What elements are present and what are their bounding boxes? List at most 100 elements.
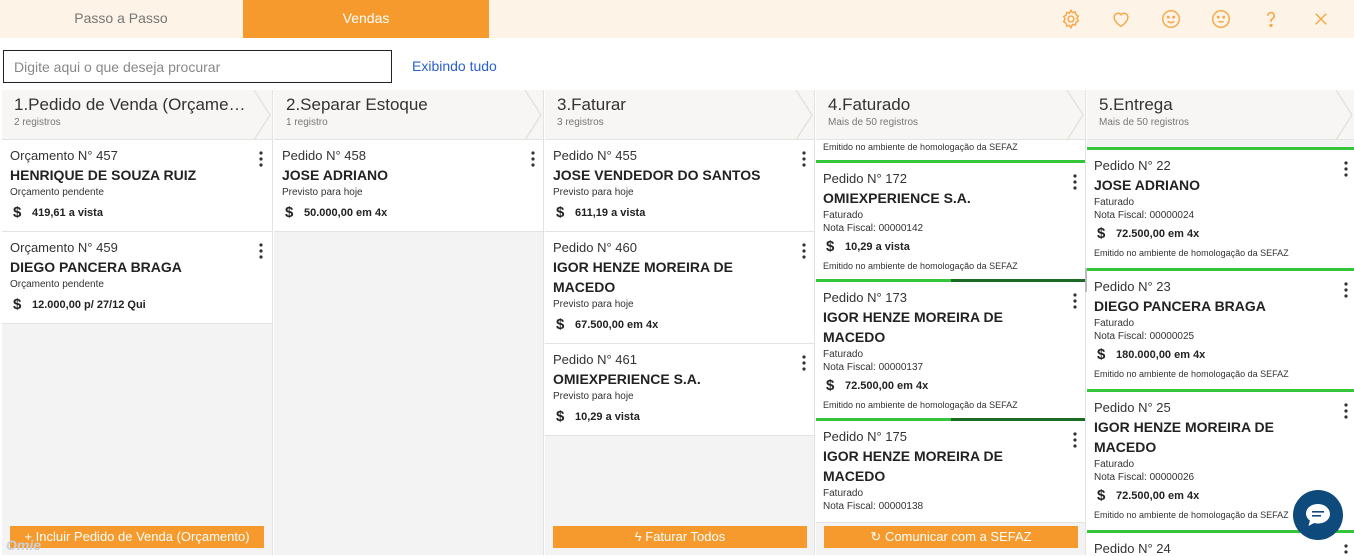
order-card[interactable]: Pedido N° 461 OMIEXPERIENCE S.A. Previst…: [545, 344, 814, 436]
order-card[interactable]: Pedido N° 23 DIEGO PANCERA BRAGA Faturad…: [1087, 271, 1354, 392]
faturar-todos-button[interactable]: ϟ Faturar Todos: [553, 526, 807, 548]
card-list: Orçamento N° 457 HENRIQUE DE SOUZA RUIZ …: [2, 140, 272, 555]
order-status: Previsto para hoje: [553, 187, 634, 198]
search-row: Exibindo tudo: [0, 38, 1354, 90]
order-status: Faturado: [823, 488, 864, 499]
column-header[interactable]: 1.Pedido de Venda (Orçamento) 2 registro…: [2, 90, 272, 140]
order-card[interactable]: Pedido N° 458 JOSE ADRIANO Previsto para…: [274, 140, 543, 232]
order-status: Faturado: [1094, 197, 1135, 208]
more-vertical-icon[interactable]: [1341, 281, 1351, 299]
gear-icon[interactable]: [1046, 0, 1096, 38]
invoice-number: Nota Fiscal: 00000138: [823, 501, 924, 512]
column-count: 1 registro: [286, 117, 328, 128]
client-name: JOSE ADRIANO: [282, 167, 389, 183]
order-status: Previsto para hoje: [282, 187, 363, 198]
column-title: 4.Faturado: [828, 95, 911, 114]
column-header[interactable]: 2.Separar Estoque 1 registro: [274, 90, 543, 140]
order-card[interactable]: Pedido N° 22 JOSE ADRIANO Faturado Nota …: [1087, 150, 1354, 271]
more-vertical-icon[interactable]: [528, 150, 538, 168]
column-header[interactable]: 4.Faturado Mais de 50 registros: [816, 90, 1085, 140]
column-header[interactable]: 3.Faturar 3 registros: [545, 90, 814, 140]
order-number: Pedido N° 173: [823, 290, 907, 305]
client-name: IGOR HENZE MOREIRA DE MACEDO: [823, 309, 1003, 345]
tab-vendas[interactable]: Vendas: [243, 0, 489, 38]
order-status: Previsto para hoje: [553, 299, 634, 310]
chat-bubble-icon: [1306, 504, 1330, 526]
heart-icon[interactable]: [1096, 0, 1146, 38]
more-vertical-icon[interactable]: [1341, 160, 1351, 178]
dollar-icon: $: [13, 296, 22, 313]
neutral-face-icon[interactable]: [1196, 0, 1246, 38]
more-vertical-icon[interactable]: [1070, 431, 1080, 449]
more-vertical-icon[interactable]: [799, 150, 809, 168]
help-icon[interactable]: [1246, 0, 1296, 38]
more-vertical-icon[interactable]: [799, 242, 809, 260]
smile-icon[interactable]: [1146, 0, 1196, 38]
order-number: Pedido N° 172: [823, 171, 907, 186]
order-number: Pedido N° 460: [553, 240, 637, 255]
dollar-icon: $: [826, 377, 835, 394]
order-number: Pedido N° 175: [823, 429, 907, 444]
column-faturado: 4.Faturado Mais de 50 registros Emitido …: [816, 90, 1086, 555]
column-header[interactable]: 5.Entrega Mais de 50 registros: [1087, 90, 1354, 140]
more-vertical-icon[interactable]: [256, 150, 266, 168]
comunicar-sefaz-button[interactable]: ↻ Comunicar com a SEFAZ: [824, 526, 1078, 548]
client-name: IGOR HENZE MOREIRA DE MACEDO: [553, 259, 733, 295]
more-vertical-icon[interactable]: [1070, 292, 1080, 310]
dollar-icon: $: [1097, 346, 1106, 363]
column-separar-estoque: 2.Separar Estoque 1 registro Pedido N° 4…: [274, 90, 544, 555]
client-name: DIEGO PANCERA BRAGA: [1094, 298, 1266, 314]
dollar-icon: $: [826, 238, 835, 255]
more-vertical-icon[interactable]: [1070, 173, 1080, 191]
order-card[interactable]: Pedido N° 455 JOSE VENDEDOR DO SANTOS Pr…: [545, 140, 814, 232]
order-card[interactable]: Orçamento N° 457 HENRIQUE DE SOUZA RUIZ …: [2, 140, 272, 232]
dollar-icon: $: [556, 316, 565, 333]
order-status: Faturado: [823, 210, 864, 221]
column-count: Mais de 50 registros: [1099, 117, 1190, 128]
order-status: Previsto para hoje: [553, 391, 634, 402]
order-value: $419,61 a vista: [10, 204, 264, 221]
order-value: $10,29 a vista: [553, 408, 807, 425]
order-number: Pedido N° 455: [553, 148, 637, 163]
chevron-right-icon: [524, 90, 542, 140]
client-name: JOSE ADRIANO: [1094, 177, 1201, 193]
order-number: Pedido N° 24: [1094, 541, 1171, 555]
search-input[interactable]: [3, 50, 392, 83]
emission-note: Emitido no ambiente de homologação da SE…: [823, 142, 1018, 152]
partial-order-card[interactable]: Emitido no ambiente de homologação da SE…: [816, 140, 1085, 163]
dollar-icon: $: [1097, 225, 1106, 242]
emission-note: Emitido no ambiente de homologação da SE…: [823, 400, 1018, 410]
column-count: Mais de 50 registros: [828, 117, 919, 128]
card-list: Pedido N° 458 JOSE ADRIANO Previsto para…: [274, 140, 543, 555]
chevron-right-icon: [253, 90, 271, 140]
close-icon[interactable]: [1296, 0, 1346, 38]
more-vertical-icon[interactable]: [1341, 402, 1351, 420]
order-card[interactable]: Pedido N° 175 IGOR HENZE MOREIRA DE MACE…: [816, 421, 1085, 523]
column-title: 1.Pedido de Venda (Orçamento): [14, 95, 252, 114]
tab-passo-a-passo[interactable]: Passo a Passo: [0, 0, 242, 38]
more-vertical-icon[interactable]: [1341, 543, 1351, 555]
client-name: OMIEXPERIENCE S.A.: [823, 190, 971, 206]
order-status: Faturado: [1094, 459, 1135, 470]
card-list: Pedido N° 455 JOSE VENDEDOR DO SANTOS Pr…: [545, 140, 814, 555]
order-value: $72.500,00 em 4x: [823, 377, 1078, 394]
order-card[interactable]: Pedido N° 173 IGOR HENZE MOREIRA DE MACE…: [816, 282, 1085, 421]
chat-button[interactable]: [1293, 490, 1343, 540]
order-card[interactable]: Pedido N° 460 IGOR HENZE MOREIRA DE MACE…: [545, 232, 814, 344]
client-name: OMIEXPERIENCE S.A.: [553, 371, 701, 387]
order-status: Faturado: [1094, 318, 1135, 329]
dollar-icon: $: [556, 204, 565, 221]
order-number: Orçamento N° 457: [10, 148, 118, 163]
top-toolbar: [1046, 0, 1346, 38]
order-value: $12.000,00 p/ 27/12 Qui: [10, 296, 264, 313]
order-value: $67.500,00 em 4x: [553, 316, 807, 333]
order-value: $10,29 a vista: [823, 238, 1078, 255]
show-all-link[interactable]: Exibindo tudo: [412, 58, 497, 74]
client-name: HENRIQUE DE SOUZA RUIZ: [10, 167, 197, 183]
order-card[interactable]: Pedido N° 172 OMIEXPERIENCE S.A. Faturad…: [816, 163, 1085, 282]
order-value: $611,19 a vista: [553, 204, 807, 221]
column-count: 2 registros: [14, 117, 61, 128]
more-vertical-icon[interactable]: [799, 354, 809, 372]
more-vertical-icon[interactable]: [256, 242, 266, 260]
order-card[interactable]: Orçamento N° 459 DIEGO PANCERA BRAGA Orç…: [2, 232, 272, 324]
